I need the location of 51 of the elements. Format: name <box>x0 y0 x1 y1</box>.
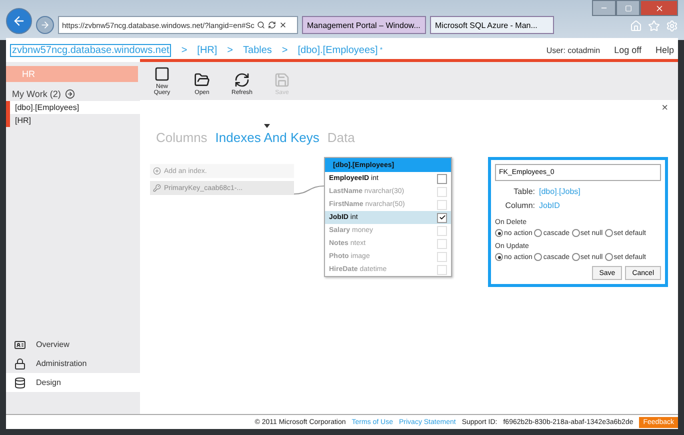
header-link[interactable]: Log off <box>614 45 642 55</box>
radio-button[interactable] <box>534 253 542 261</box>
close-button[interactable] <box>640 0 678 16</box>
modified-mark: * <box>380 46 383 54</box>
search-icon[interactable] <box>257 21 266 29</box>
radio-button[interactable] <box>604 253 613 261</box>
lock-icon <box>14 358 26 370</box>
my-work-label: My Work (2) <box>12 89 61 99</box>
column-label: Column: <box>504 201 535 210</box>
folder-icon <box>194 72 210 88</box>
radio-button[interactable] <box>495 229 503 237</box>
back-icon <box>12 14 26 28</box>
breadcrumb-separator: > <box>227 44 234 56</box>
browser-tab[interactable]: Management Portal – Window... <box>302 16 426 34</box>
nav-item[interactable]: Design <box>6 373 140 392</box>
minimize-button[interactable] <box>592 0 616 16</box>
close-button[interactable]: × <box>662 102 668 114</box>
close-icon <box>654 4 664 12</box>
refresh-icon[interactable] <box>268 21 276 29</box>
plus-icon <box>153 167 161 175</box>
window-icon <box>154 66 170 82</box>
nav-item[interactable]: Overview <box>6 335 140 354</box>
radio-button[interactable] <box>572 229 580 237</box>
forward-button[interactable] <box>36 16 54 34</box>
radio-button[interactable] <box>495 253 503 261</box>
star-icon[interactable] <box>648 20 660 32</box>
nav-item[interactable]: Administration <box>6 354 140 373</box>
refresh-icon <box>234 72 250 88</box>
database-icon <box>14 376 26 388</box>
maximize-button[interactable] <box>616 0 640 16</box>
sidebar-header: HR <box>6 66 138 82</box>
checkbox[interactable] <box>437 174 447 184</box>
table-label: Table: <box>512 187 535 196</box>
sidebar-item[interactable]: [dbo].[Employees] <box>6 101 140 114</box>
checkbox[interactable] <box>437 212 447 222</box>
radio-button[interactable] <box>534 229 542 237</box>
browser-tab[interactable]: Microsoft SQL Azure - Man... <box>430 16 554 34</box>
forward-icon <box>40 20 50 30</box>
user-name: User: cotadmin <box>546 46 600 54</box>
breadcrumb-separator: > <box>181 44 188 56</box>
connector-line <box>294 186 324 194</box>
back-button[interactable] <box>6 8 32 34</box>
breadcrumb-separator: > <box>282 44 288 56</box>
close-icon[interactable] <box>279 21 288 29</box>
card-icon <box>14 338 26 350</box>
maximize-icon <box>624 4 632 12</box>
radio-button[interactable] <box>604 229 613 237</box>
radio-button[interactable] <box>572 253 580 261</box>
header-link[interactable]: Help <box>655 45 674 55</box>
key-icon <box>153 184 161 192</box>
save-icon <box>274 72 290 88</box>
